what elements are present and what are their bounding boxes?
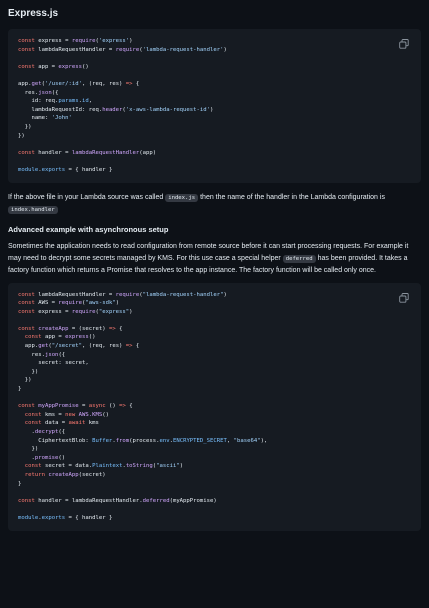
code-line: name: 'John' <box>18 115 72 122</box>
inline-code-deferred: deferred <box>282 254 316 263</box>
inline-code-index-handler: index.handler <box>8 205 58 214</box>
code-line: lambdaRequestId: req.header('x-aws-lambd… <box>18 106 214 113</box>
code-line: res.json({ <box>18 89 59 96</box>
heading-async-setup: Advanced example with asynchronous setup <box>8 224 169 234</box>
code-line: const kms = new AWS.KMS() <box>24 411 109 418</box>
code-line: }) <box>18 123 32 130</box>
code-line: const lambdaRequestHandler = require("la… <box>18 291 227 298</box>
code-line: const express = require("express") <box>18 308 133 315</box>
code-block-async: const lambdaRequestHandler = require("la… <box>8 282 421 531</box>
code-line: const secret = data.Plaintext.toString("… <box>24 463 184 470</box>
readme-content: Express.js const express = require('expr… <box>0 0 429 531</box>
inline-code-index-js: index.js <box>165 193 199 202</box>
code-line: }) <box>18 377 32 384</box>
copy-icon[interactable] <box>399 39 409 49</box>
code-line: const data = await kms <box>24 420 99 427</box>
code-line: id: req.params.id, <box>18 98 93 105</box>
code-line: } <box>18 386 22 393</box>
code-block-express: const express = require('express') const … <box>8 29 421 183</box>
code-line: const express = require('express') <box>18 38 133 44</box>
code-line: const handler = lambdaRequestHandler(app… <box>18 149 157 156</box>
code-line: CiphertextBlob: Buffer.from(process.env.… <box>18 437 268 444</box>
code-line: return createApp(secret) <box>24 471 106 478</box>
heading-express: Express.js <box>8 8 59 19</box>
code-line: .promise() <box>18 454 66 461</box>
code-line: }) <box>18 446 39 453</box>
code-line: module.exports = { handler } <box>18 514 113 521</box>
code-line: const app = express() <box>18 63 89 70</box>
async-paragraph: Sometimes the application needs to read … <box>8 241 421 277</box>
code-line: const myAppPromise = async () => { <box>18 403 133 410</box>
code-line: const AWS = require("aws-sdk") <box>18 300 120 307</box>
code-line: } <box>18 480 22 487</box>
code-line: const createApp = (secret) => { <box>18 325 123 332</box>
code-line: }) <box>18 368 39 375</box>
handler-text-2: then the name of the handler in the Lamb… <box>198 193 385 201</box>
code-line: const app = express() <box>24 334 96 341</box>
code-line: res.json({ <box>18 351 66 358</box>
copy-icon[interactable] <box>399 292 409 303</box>
handler-text-1: If the above file in your Lambda source … <box>8 193 166 201</box>
code-line: .decrypt({ <box>18 429 66 435</box>
code-line: module.exports = { handler } <box>18 166 113 173</box>
code-line: app.get("/secret", (req, res) => { <box>18 343 140 350</box>
code-line: }) <box>18 132 25 139</box>
code-line: secret: secret, <box>18 360 89 367</box>
handler-paragraph: If the above file in your Lambda source … <box>8 192 421 216</box>
code-async: const lambdaRequestHandler = require("la… <box>18 291 411 523</box>
code-line: app.get('/user/:id', (req, res) => { <box>18 80 140 87</box>
code-express: const express = require('express') const … <box>18 37 411 175</box>
code-line: const handler = lambdaRequestHandler.def… <box>18 497 217 504</box>
code-line: const lambdaRequestHandler = require('la… <box>18 46 227 53</box>
